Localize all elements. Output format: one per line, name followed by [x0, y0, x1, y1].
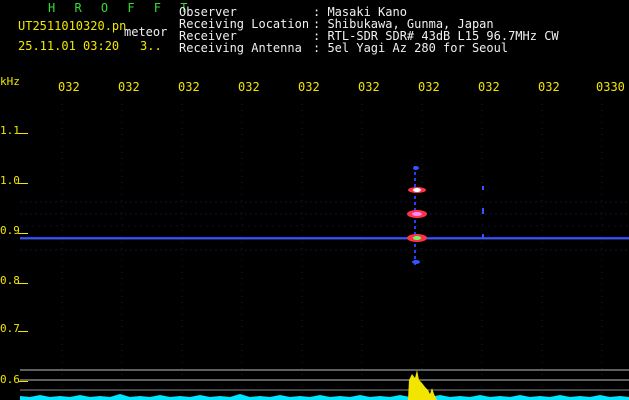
antenna-value: : 5el Yagi Az 280 for Seoul	[313, 41, 509, 55]
count-label: 3..	[140, 39, 162, 53]
spectrogram	[20, 98, 629, 400]
y-tick-mark	[18, 133, 28, 134]
unit-label: kHz	[0, 75, 20, 88]
x-tick: 032	[418, 80, 440, 94]
y-tick-mark	[18, 331, 28, 332]
x-grid	[61, 98, 603, 400]
y-tick-mark	[18, 283, 28, 284]
x-tick: 032	[118, 80, 140, 94]
x-tick: 032	[178, 80, 200, 94]
x-tick: 032	[238, 80, 260, 94]
y-tick: 0.9	[0, 224, 20, 237]
x-tick: 032	[538, 80, 560, 94]
y-tick: 0.6	[0, 373, 20, 386]
x-tick: 0330	[596, 80, 625, 94]
y-tick-mark	[18, 381, 28, 382]
y-tick: 0.7	[0, 322, 20, 335]
filename-label: UT2511010320.pn	[18, 19, 127, 33]
y-tick: 0.8	[0, 274, 20, 287]
app-logo: H R O F F T	[48, 1, 194, 15]
y-tick: 1.1	[0, 124, 20, 137]
x-tick: 032	[298, 80, 320, 94]
y-tick: 1.0	[0, 174, 20, 187]
meteor-echo	[407, 166, 427, 266]
antenna-label: Receiving Antenna	[179, 41, 302, 55]
y-tick-mark	[18, 233, 28, 234]
noise-floor	[20, 394, 629, 400]
x-tick: 032	[478, 80, 500, 94]
type-label: meteor	[124, 25, 168, 39]
x-tick: 032	[358, 80, 380, 94]
x-tick: 032	[58, 80, 80, 94]
y-tick-mark	[18, 183, 28, 184]
datetime-label: 25.11.01 03:20	[18, 39, 120, 53]
